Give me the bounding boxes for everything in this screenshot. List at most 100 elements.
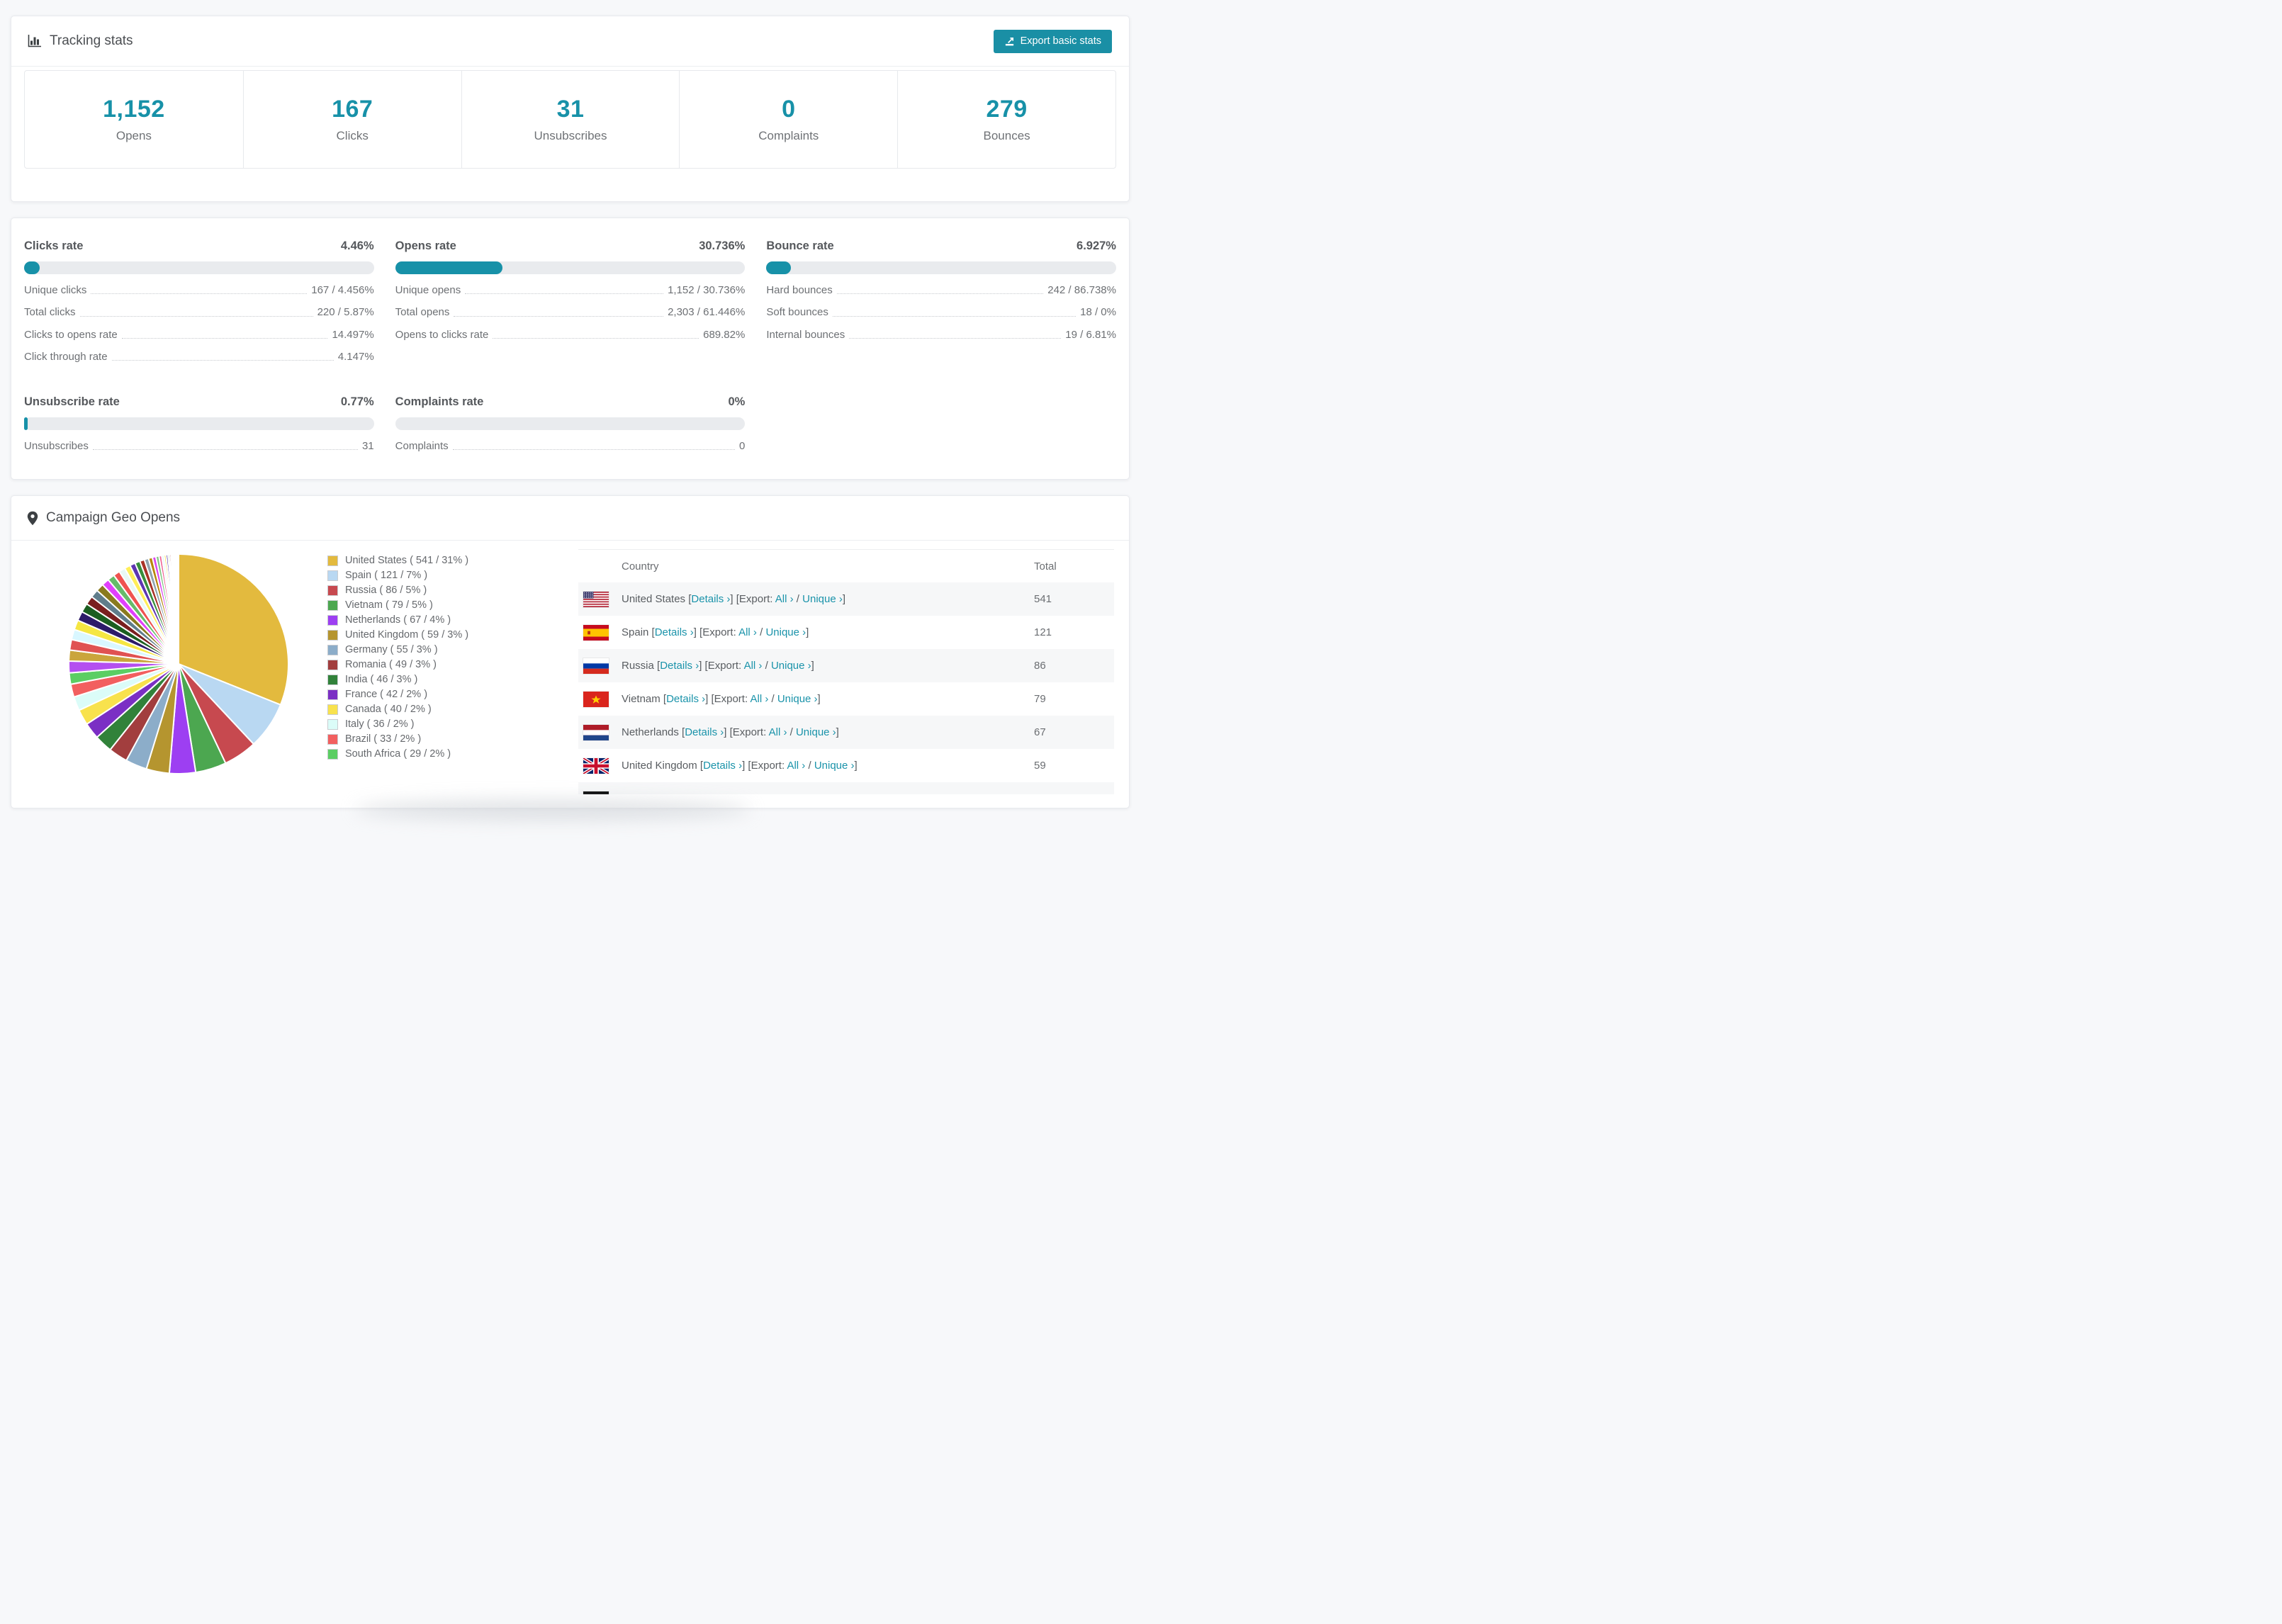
dotted-leader (836, 293, 1044, 295)
stats-summary-box: 1,152 Opens 167 Clicks 31 Unsubscribes 0 Compla… (24, 70, 1116, 169)
clicks-rate-title: Clicks rate (24, 239, 84, 252)
country-column-header: Country (622, 560, 659, 573)
legend-swatch-india (327, 675, 338, 686)
legend-swatch-united-kingdom (327, 630, 338, 641)
legend-item-netherlands[interactable]: Netherlands ( 67 / 4% ) (327, 615, 554, 626)
legend-item-india[interactable]: India ( 46 / 3% ) (327, 675, 554, 686)
stat-cell-complaints: 0 Complaints (679, 71, 897, 168)
legend-swatch-germany (327, 645, 338, 656)
rate-row-value: 242 / 86.738% (1047, 284, 1116, 296)
stat-label-complaints: Complaints (758, 129, 819, 142)
details-link-russia[interactable]: Details › (660, 660, 699, 672)
rate-row-value: 4.147% (337, 350, 374, 363)
details-link-vietnam[interactable]: Details › (666, 693, 705, 705)
table-row-netherlands: Netherlands [Details ›] [Export: All › /… (578, 716, 1114, 750)
slash-text: / (756, 626, 766, 639)
legend-item-russia[interactable]: Russia ( 86 / 5% ) (327, 585, 554, 597)
pie-slice-other-40[interactable] (177, 553, 179, 665)
export-all-link-united-states[interactable]: All › (775, 593, 794, 605)
country-name: Vietnam [ (622, 693, 667, 706)
map-pin-icon (27, 511, 38, 526)
export-unique-link-vietnam[interactable]: Unique › (777, 693, 818, 705)
rate-row-label: Opens to clicks rate (395, 328, 489, 341)
opens-rate-value: 30.736% (699, 239, 746, 252)
bracket-text: ] [Export: (705, 693, 751, 706)
details-link-netherlands[interactable]: Details › (685, 726, 724, 738)
slash-text: / (768, 693, 777, 706)
export-all-link-spain[interactable]: All › (738, 626, 757, 638)
export-all-link-netherlands[interactable]: All › (769, 726, 787, 738)
rate-row-label: Unsubscribes (24, 440, 89, 452)
legend-item-france[interactable]: France ( 42 / 2% ) (327, 689, 554, 701)
legend-item-romania[interactable]: Romania ( 49 / 3% ) (327, 659, 554, 671)
rate-row-total-opens: Total opens 2,303 / 61.446% (395, 306, 746, 318)
country-cell-germany: Germany [Details ›] [Export: All › / Uni… (622, 793, 1034, 794)
rate-row-label: Complaints (395, 440, 449, 452)
legend-swatch-brazil (327, 734, 338, 745)
legend-swatch-spain (327, 570, 338, 582)
clicks-rate-head: Clicks rate 4.46% (24, 239, 374, 253)
export-all-link-vietnam[interactable]: All › (750, 693, 768, 705)
opens-rate-bar-fill (395, 261, 503, 274)
total-cell-germany: 55 (1034, 793, 1114, 794)
legend-item-vietnam[interactable]: Vietnam ( 79 / 5% ) (327, 600, 554, 611)
bracket-text: ] (836, 726, 839, 739)
rate-row-click-through-rate: Click through rate 4.147% (24, 351, 374, 363)
dotted-leader (454, 315, 664, 317)
bracket-text: ] (806, 626, 809, 639)
legend-swatch-france (327, 689, 338, 701)
rate-row-value: 19 / 6.81% (1065, 328, 1116, 341)
legend-item-spain[interactable]: Spain ( 121 / 7% ) (327, 570, 554, 582)
export-all-link-united-kingdom[interactable]: All › (787, 760, 805, 772)
legend-item-brazil[interactable]: Brazil ( 33 / 2% ) (327, 734, 554, 745)
bounce-rate-block: Bounce rate 6.927% Hard bounces 242 / 86.73… (766, 239, 1116, 363)
clicks-rate-value: 4.46% (340, 239, 374, 252)
legend-swatch-romania (327, 660, 338, 671)
export-unique-link-spain[interactable]: Unique › (765, 626, 806, 638)
export-unique-link-russia[interactable]: Unique › (771, 660, 811, 672)
export-basic-stats-button[interactable]: Export basic stats (993, 29, 1112, 53)
details-link-united-states[interactable]: Details › (691, 593, 730, 605)
legend-item-italy[interactable]: Italy ( 36 / 2% ) (327, 719, 554, 731)
rate-row-value: 220 / 5.87% (317, 306, 374, 319)
total-cell-united-states: 541 (1034, 593, 1052, 606)
export-unique-link-netherlands[interactable]: Unique › (796, 726, 836, 738)
legend-item-canada[interactable]: Canada ( 40 / 2% ) (327, 704, 554, 716)
stat-cell-opens: 1,152 Opens (25, 71, 243, 168)
geo-pie-chart (24, 551, 292, 794)
legend-label: Romania ( 49 / 3% ) (345, 659, 437, 671)
legend-item-south-africa[interactable]: South Africa ( 29 / 2% ) (327, 749, 554, 760)
export-unique-link-united-kingdom[interactable]: Unique › (814, 760, 855, 772)
geo-legend: United States ( 541 / 31% ) Spain ( 121 /… (292, 556, 554, 794)
export-all-link-germany[interactable]: All › (755, 793, 773, 794)
legend-swatch-netherlands (327, 615, 338, 626)
legend-item-united-states[interactable]: United States ( 541 / 31% ) (327, 555, 554, 567)
legend-item-united-kingdom[interactable]: United Kingdom ( 59 / 3% ) (327, 630, 554, 641)
legend-label: United States ( 541 / 31% ) (345, 555, 469, 567)
clicks-rate-block: Clicks rate 4.46% Unique clicks 167 / 4.456… (24, 239, 374, 363)
complaints-rate-rows: Complaints 0 (395, 440, 746, 452)
clicks-rate-bar-fill (24, 261, 40, 274)
rate-row-value: 1,152 / 30.736% (668, 284, 746, 296)
export-unique-link-germany[interactable]: Unique › (782, 793, 823, 794)
legend-item-germany[interactable]: Germany ( 55 / 3% ) (327, 645, 554, 656)
table-row-united-states: United States [Details ›] [Export: All ›… (578, 582, 1114, 616)
stat-value-clicks: 167 (332, 96, 373, 123)
bracket-text: ] (854, 760, 858, 772)
country-cell-united-kingdom: United Kingdom [Details ›] [Export: All … (622, 760, 1034, 772)
details-link-germany[interactable]: Details › (671, 793, 710, 794)
stat-cell-unsubscribes: 31 Unsubscribes (461, 71, 680, 168)
details-link-united-kingdom[interactable]: Details › (703, 760, 742, 772)
export-unique-link-united-states[interactable]: Unique › (802, 593, 843, 605)
country-cell-russia: Russia [Details ›] [Export: All › / Uniq… (622, 660, 1034, 672)
stat-label-unsubscribes: Unsubscribes (534, 129, 607, 142)
slash-text: / (793, 593, 803, 606)
export-all-link-russia[interactable]: All › (744, 660, 763, 672)
total-cell-vietnam: 79 (1034, 693, 1046, 706)
legend-label: Brazil ( 33 / 2% ) (345, 733, 422, 745)
slash-text: / (787, 726, 796, 739)
details-link-spain[interactable]: Details › (655, 626, 694, 638)
stat-value-unsubscribes: 31 (556, 96, 585, 123)
vietnam-flag-icon (578, 691, 622, 707)
dotted-leader (465, 293, 664, 295)
